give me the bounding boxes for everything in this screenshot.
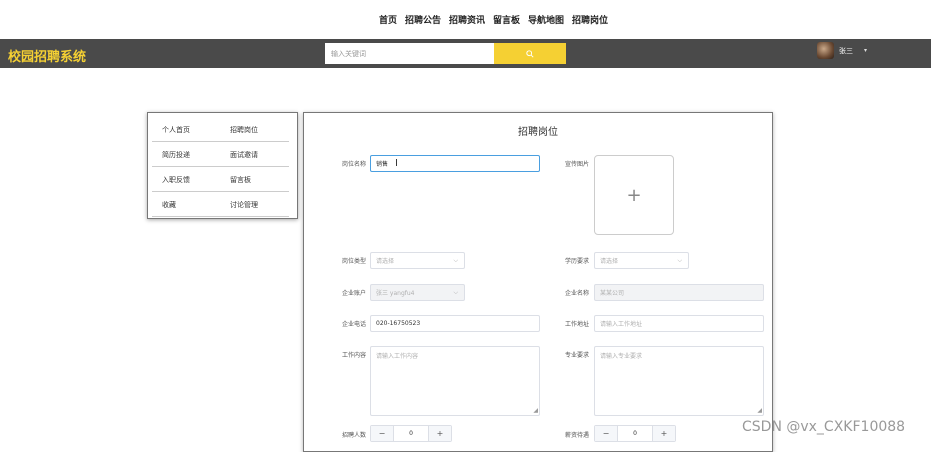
job-name-value: 销售 [376, 161, 389, 168]
salary-increment-button[interactable]: + [653, 426, 675, 441]
hire-count-value[interactable]: 0 [393, 426, 429, 441]
sidebar-item-resume[interactable]: 简历投递 [162, 150, 190, 160]
job-content-textarea[interactable]: 请输入工作内容 ◢ [370, 346, 540, 416]
hire-count-stepper: − 0 + [370, 425, 452, 442]
promo-image-label: 宣传图片 [564, 161, 589, 168]
plus-icon: + [626, 184, 642, 206]
hire-count-decrement-button[interactable]: − [371, 426, 393, 441]
sidebar-item-message-board[interactable]: 留言板 [230, 175, 251, 185]
nav-map[interactable]: 导航地图 [528, 13, 564, 26]
user-menu[interactable]: 张三 ▾ [817, 42, 867, 59]
sidebar-row: 简历投递 面试邀请 [152, 142, 289, 167]
education-label: 学历要求 [564, 258, 589, 265]
nav-home[interactable]: 首页 [379, 13, 397, 26]
major-req-label: 专业要求 [564, 352, 589, 359]
work-address-placeholder: 请输入工作地址 [600, 321, 643, 328]
salary-label: 薪资待遇 [564, 432, 589, 439]
chevron-down-icon: ⌵ [453, 257, 458, 264]
resize-handle-icon[interactable]: ◢ [757, 408, 762, 414]
company-name-placeholder: 某某公司 [600, 290, 625, 297]
header-bar: 校园招聘系统 张三 ▾ [0, 39, 931, 68]
job-content-label: 工作内容 [341, 352, 366, 359]
job-content-placeholder: 请输入工作内容 [376, 353, 419, 360]
salary-value[interactable]: 0 [617, 426, 653, 441]
chevron-down-icon: ⌵ [453, 289, 458, 296]
text-cursor-icon: I [395, 158, 398, 169]
search-icon [526, 49, 534, 58]
education-select[interactable]: 请选择 ⌵ [594, 252, 689, 269]
sidebar-item-interview[interactable]: 面试邀请 [230, 150, 258, 160]
sidebar-row: 收藏 讨论管理 [152, 192, 289, 217]
sidebar-row: 入职反馈 留言板 [152, 167, 289, 192]
company-account-value: 张三 yangfu4 [376, 290, 415, 297]
search-box [325, 43, 566, 64]
watermark: CSDN @vx_CXKF10088 [742, 419, 906, 435]
page-title: 招聘岗位 [518, 127, 558, 138]
work-address-label: 工作地址 [564, 321, 589, 328]
nav-news[interactable]: 招聘资讯 [449, 13, 485, 26]
hire-count-label: 招聘人数 [341, 432, 366, 439]
nav-message-board[interactable]: 留言板 [493, 13, 520, 26]
top-nav: 首页 招聘公告 招聘资讯 留言板 导航地图 招聘岗位 [0, 0, 931, 39]
avatar[interactable] [817, 42, 834, 59]
education-placeholder: 请选择 [600, 258, 619, 265]
search-input[interactable] [325, 43, 494, 64]
major-req-textarea[interactable]: 请输入专业要求 ◢ [594, 346, 764, 416]
brand-title[interactable]: 校园招聘系统 [8, 46, 86, 65]
image-upload[interactable]: + [594, 155, 674, 235]
chevron-down-icon: ⌵ [677, 257, 682, 264]
sidebar-item-onboarding[interactable]: 入职反馈 [162, 175, 190, 185]
nav-announcements[interactable]: 招聘公告 [405, 13, 441, 26]
nav-jobs[interactable]: 招聘岗位 [572, 13, 608, 26]
company-phone-value: 020-16750523 [376, 320, 421, 327]
job-category-label: 岗位类型 [341, 258, 366, 265]
sidebar-menu: 个人首页 招聘岗位 简历投递 面试邀请 入职反馈 留言板 收藏 讨论管理 [147, 112, 298, 219]
sidebar-item-profile[interactable]: 个人首页 [162, 125, 190, 135]
job-category-select[interactable]: 请选择 ⌵ [370, 252, 465, 269]
chevron-down-icon[interactable]: ▾ [864, 47, 867, 54]
hire-count-increment-button[interactable]: + [429, 426, 451, 441]
company-name-label: 企业名称 [564, 290, 589, 297]
sidebar-row: 个人首页 招聘岗位 [152, 117, 289, 142]
job-form-panel: 招聘岗位 岗位名称 销售 宣传图片 + 岗位类型 请选择 ⌵ 学历要求 请选择 ⌵ … [303, 112, 773, 452]
company-phone-label: 企业电话 [341, 321, 366, 328]
company-account-label: 企业账户 [341, 290, 366, 297]
company-account-select[interactable]: 张三 yangfu4 ⌵ [370, 284, 465, 301]
resize-handle-icon[interactable]: ◢ [533, 408, 538, 414]
job-name-label: 岗位名称 [341, 161, 366, 168]
salary-stepper: − 0 + [594, 425, 676, 442]
user-name[interactable]: 张三 [839, 46, 853, 56]
work-address-input[interactable]: 请输入工作地址 [594, 315, 764, 332]
salary-decrement-button[interactable]: − [595, 426, 617, 441]
company-phone-input[interactable]: 020-16750523 [370, 315, 540, 332]
sidebar-item-jobs[interactable]: 招聘岗位 [230, 125, 258, 135]
search-button[interactable] [494, 43, 566, 64]
company-name-input[interactable]: 某某公司 [594, 284, 764, 301]
job-category-placeholder: 请选择 [376, 258, 395, 265]
sidebar-item-favorites[interactable]: 收藏 [162, 200, 176, 210]
sidebar-item-discussion[interactable]: 讨论管理 [230, 200, 258, 210]
major-req-placeholder: 请输入专业要求 [600, 353, 643, 360]
